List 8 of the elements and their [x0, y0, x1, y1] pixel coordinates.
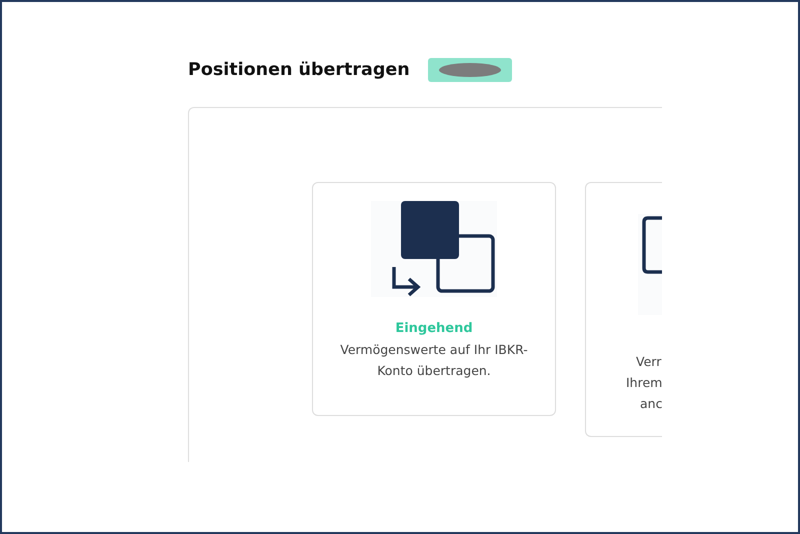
- option-card[interactable]: Verr Ihrem anc: [585, 182, 662, 437]
- card-description-line: Verr: [635, 353, 662, 371]
- option-card[interactable]: Eingehend Vermögenswerte auf Ihr IBKR-Konto übertragen.: [312, 182, 556, 416]
- card-description-line: Ihrem: [625, 374, 662, 392]
- card-description-line: anc: [639, 395, 662, 413]
- page-title: Positionen übertragen: [188, 60, 410, 80]
- card-description: Vermögenswerte auf Ihr IBKR-Konto übertragen.: [339, 340, 529, 380]
- card-title: Eingehend: [395, 320, 473, 338]
